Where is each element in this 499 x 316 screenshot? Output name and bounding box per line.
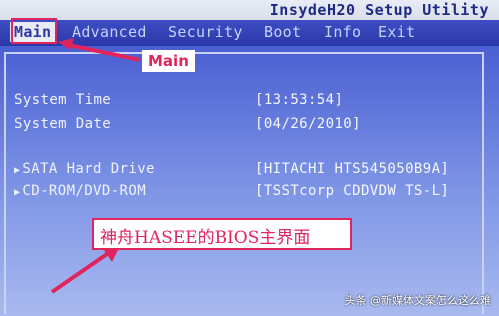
annotation-arrows bbox=[50, 38, 141, 294]
caption-box: 神舟HASEE的BIOS主界面 bbox=[92, 218, 352, 250]
caption-text: 神舟HASEE的BIOS主界面 bbox=[100, 228, 311, 248]
watermark: 头条 @新媒体文案怎么这么难 bbox=[344, 294, 492, 307]
main-callout-label: Main bbox=[142, 50, 195, 72]
arrow-head-main bbox=[58, 38, 74, 50]
arrow-line-caption bbox=[50, 250, 112, 294]
arrow-line-main bbox=[63, 42, 141, 62]
